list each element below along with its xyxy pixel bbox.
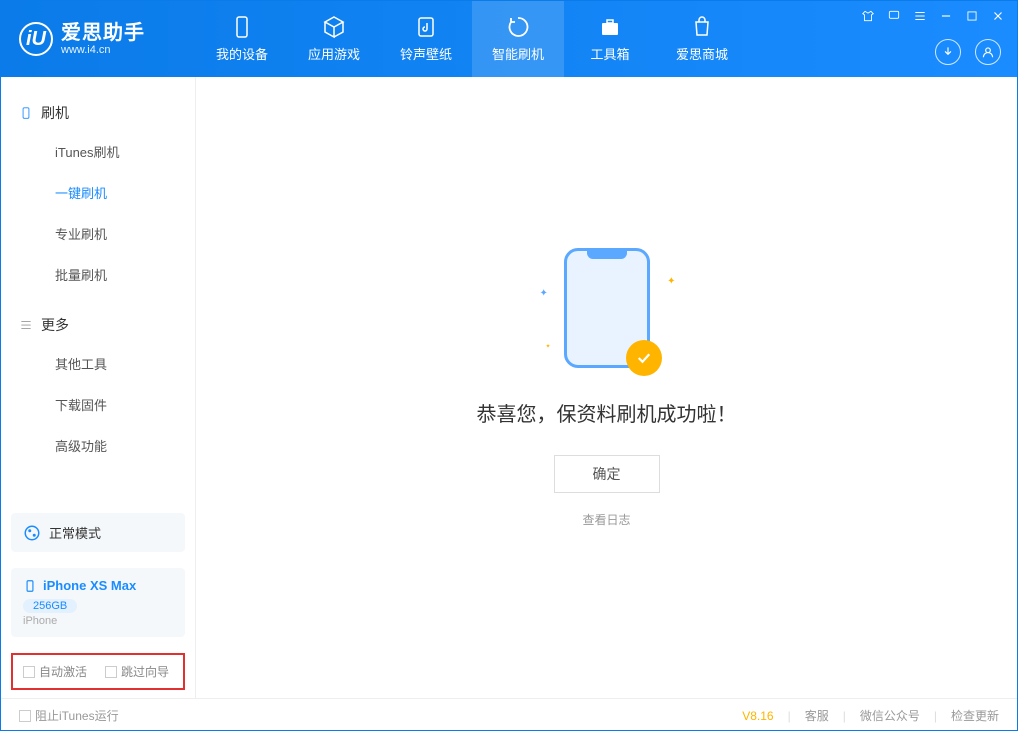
sparkle-icon: ✦ (546, 343, 551, 350)
tab-label: 爱思商城 (676, 44, 728, 63)
sidebar-item-pro-flash[interactable]: 专业刷机 (1, 213, 195, 254)
maximize-button[interactable] (965, 9, 979, 23)
checkbox-block-itunes[interactable]: 阻止iTunes运行 (19, 707, 119, 724)
body-area: 刷机 iTunes刷机 一键刷机 专业刷机 批量刷机 更多 其他工具 下载固件 … (1, 77, 1017, 698)
footer-link-wechat[interactable]: 微信公众号 (860, 707, 920, 724)
device-storage-badge: 256GB (23, 599, 77, 613)
close-button[interactable] (991, 9, 1005, 23)
feedback-icon[interactable] (887, 9, 901, 23)
checkbox-icon (23, 666, 35, 678)
tab-toolbox[interactable]: 工具箱 (564, 1, 656, 77)
logo-area: iU 爱思助手 www.i4.cn (1, 22, 196, 56)
phone-icon (23, 579, 37, 593)
sidebar-section-flash: 刷机 (1, 95, 195, 131)
tab-store[interactable]: 爱思商城 (656, 1, 748, 77)
tab-apps-games[interactable]: 应用游戏 (288, 1, 380, 77)
check-badge-icon (626, 340, 662, 376)
header-actions (935, 39, 1001, 65)
app-header: iU 爱思助手 www.i4.cn 我的设备 应用游戏 铃声壁纸 智能刷机 工具… (1, 1, 1017, 77)
checkbox-label: 阻止iTunes运行 (35, 707, 119, 724)
refresh-shield-icon (506, 15, 530, 39)
sidebar-item-download-firmware[interactable]: 下载固件 (1, 384, 195, 425)
section-title: 更多 (41, 315, 69, 335)
menu-icon[interactable] (913, 9, 927, 23)
tab-label: 我的设备 (216, 44, 268, 63)
mode-label: 正常模式 (49, 523, 101, 542)
download-button[interactable] (935, 39, 961, 65)
success-message: 恭喜您，保资料刷机成功啦！ (477, 398, 737, 427)
phone-icon (230, 15, 254, 39)
sparkle-icon: ✦ (667, 276, 675, 287)
footer-link-update[interactable]: 检查更新 (951, 707, 999, 724)
device-mode-box[interactable]: 正常模式 (11, 513, 185, 552)
footer-link-support[interactable]: 客服 (805, 707, 829, 724)
separator: | (788, 709, 791, 723)
ok-button[interactable]: 确定 (554, 455, 660, 493)
separator: | (934, 709, 937, 723)
tab-smart-flash[interactable]: 智能刷机 (472, 1, 564, 77)
logo-icon: iU (19, 22, 53, 56)
user-button[interactable] (975, 39, 1001, 65)
app-subtitle: www.i4.cn (61, 44, 145, 56)
checkbox-label: 跳过向导 (121, 663, 169, 680)
tab-label: 智能刷机 (492, 44, 544, 63)
mode-icon (23, 524, 41, 542)
checkbox-skip-guide[interactable]: 跳过向导 (105, 663, 169, 680)
sidebar-item-itunes-flash[interactable]: iTunes刷机 (1, 131, 195, 172)
device-info-box[interactable]: iPhone XS Max 256GB iPhone (11, 568, 185, 637)
sidebar-item-advanced[interactable]: 高级功能 (1, 425, 195, 466)
music-note-icon (414, 15, 438, 39)
sidebar-section-more: 更多 (1, 307, 195, 343)
checkbox-label: 自动激活 (39, 663, 87, 680)
shopping-bag-icon (690, 15, 714, 39)
tab-ringtone-wallpaper[interactable]: 铃声壁纸 (380, 1, 472, 77)
device-type: iPhone (23, 615, 173, 627)
main-content: ✦ ✦ ✦ 恭喜您，保资料刷机成功啦！ 确定 查看日志 (196, 77, 1017, 698)
cube-icon (322, 15, 346, 39)
success-illustration: ✦ ✦ ✦ (564, 248, 650, 368)
checkbox-auto-activate[interactable]: 自动激活 (23, 663, 87, 680)
minimize-button[interactable] (939, 9, 953, 23)
window-controls (861, 9, 1005, 23)
tab-label: 工具箱 (590, 44, 629, 63)
footer-left: 阻止iTunes运行 (19, 707, 119, 724)
sidebar-item-other-tools[interactable]: 其他工具 (1, 343, 195, 384)
version-label: V8.16 (742, 709, 773, 723)
tab-label: 应用游戏 (308, 44, 360, 63)
sparkle-icon: ✦ (540, 288, 548, 299)
view-log-link[interactable]: 查看日志 (582, 511, 630, 528)
logo-text: 爱思助手 www.i4.cn (61, 22, 145, 56)
list-icon (19, 318, 33, 332)
main-tabs: 我的设备 应用游戏 铃声壁纸 智能刷机 工具箱 爱思商城 (196, 1, 748, 77)
tshirt-icon[interactable] (861, 9, 875, 23)
footer: 阻止iTunes运行 V8.16 | 客服 | 微信公众号 | 检查更新 (1, 698, 1017, 732)
app-title: 爱思助手 (61, 22, 145, 44)
sidebar-item-oneclick-flash[interactable]: 一键刷机 (1, 172, 195, 213)
sidebar: 刷机 iTunes刷机 一键刷机 专业刷机 批量刷机 更多 其他工具 下载固件 … (1, 77, 196, 698)
separator: | (843, 709, 846, 723)
section-title: 刷机 (41, 103, 69, 123)
device-name: iPhone XS Max (43, 578, 136, 593)
tab-label: 铃声壁纸 (400, 44, 452, 63)
checkbox-icon (19, 710, 31, 722)
sidebar-item-batch-flash[interactable]: 批量刷机 (1, 254, 195, 295)
footer-right: V8.16 | 客服 | 微信公众号 | 检查更新 (742, 707, 999, 724)
toolbox-icon (598, 15, 622, 39)
tab-my-device[interactable]: 我的设备 (196, 1, 288, 77)
phone-icon (19, 106, 33, 120)
highlighted-checkbox-row: 自动激活 跳过向导 (11, 653, 185, 690)
device-name-row: iPhone XS Max (23, 578, 173, 593)
checkbox-icon (105, 666, 117, 678)
